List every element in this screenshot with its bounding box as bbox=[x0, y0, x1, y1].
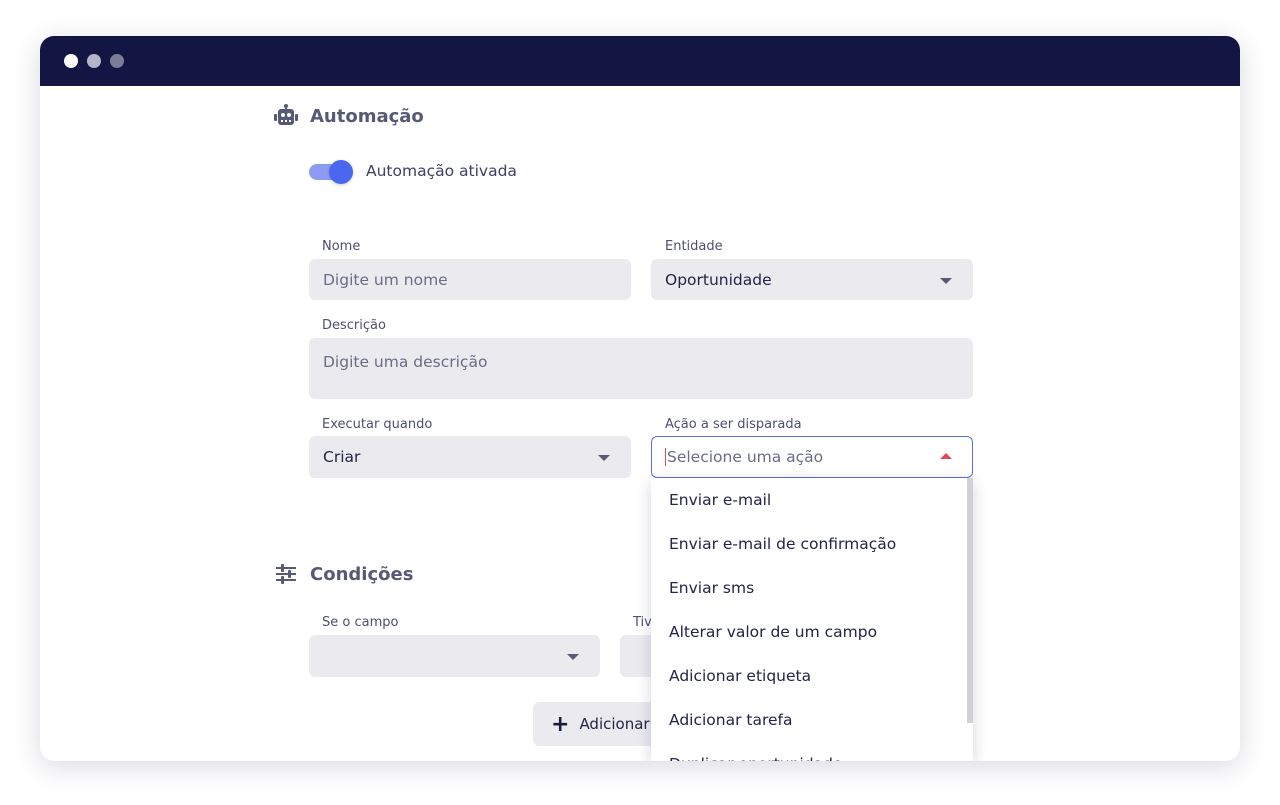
dropdown-option[interactable]: Adicionar tarefa bbox=[651, 698, 973, 742]
app-window: Automação Automação ativada Nome Digite … bbox=[40, 36, 1240, 761]
chevron-up-icon bbox=[940, 453, 952, 459]
dropdown-option[interactable]: Adicionar etiqueta bbox=[651, 654, 973, 698]
conditions-section-header: Condições bbox=[273, 561, 413, 587]
condition-field-select[interactable] bbox=[309, 635, 600, 677]
execute-when-label: Executar quando bbox=[322, 417, 433, 432]
sliders-icon bbox=[273, 561, 299, 587]
dropdown-option[interactable]: Enviar e-mail de confirmação bbox=[651, 522, 973, 566]
automation-section-header: Automação bbox=[273, 103, 424, 129]
chevron-down-icon bbox=[940, 277, 952, 284]
execute-when-value: Criar bbox=[323, 448, 361, 466]
automation-toggle[interactable] bbox=[309, 160, 353, 184]
dropdown-option[interactable]: Enviar e-mail bbox=[651, 478, 973, 522]
close-dot[interactable] bbox=[64, 54, 78, 68]
add-condition-label: Adicionar bbox=[579, 715, 650, 733]
dropdown-option[interactable]: Alterar valor de um campo bbox=[651, 610, 973, 654]
action-dropdown-menu: Enviar e-mail Enviar e-mail de confirmaç… bbox=[651, 478, 973, 761]
entity-select[interactable]: Oportunidade bbox=[651, 259, 973, 300]
name-placeholder: Digite um nome bbox=[323, 270, 448, 289]
entity-value: Oportunidade bbox=[665, 270, 772, 289]
execute-when-select[interactable]: Criar bbox=[309, 436, 631, 478]
description-textarea[interactable]: Digite uma descrição bbox=[309, 338, 973, 399]
plus-icon: + bbox=[551, 711, 570, 737]
name-input[interactable]: Digite um nome bbox=[309, 259, 631, 300]
description-label: Descrição bbox=[322, 318, 386, 333]
chevron-down-icon bbox=[598, 455, 610, 461]
dropdown-scrollbar[interactable] bbox=[967, 478, 973, 723]
name-label: Nome bbox=[322, 239, 361, 254]
description-placeholder: Digite uma descrição bbox=[323, 353, 488, 371]
maximize-dot[interactable] bbox=[110, 54, 124, 68]
window-titlebar bbox=[40, 36, 1240, 86]
dropdown-option[interactable]: Duplicar oportunidade bbox=[651, 742, 973, 761]
text-cursor bbox=[665, 448, 666, 466]
condition-type-label: Tiv bbox=[633, 615, 652, 630]
action-placeholder: Selecione uma ação bbox=[667, 448, 824, 466]
entity-label: Entidade bbox=[665, 239, 723, 254]
condition-field-label: Se o campo bbox=[322, 615, 399, 630]
action-select[interactable]: Selecione uma ação bbox=[651, 436, 973, 478]
automation-toggle-label: Automação ativada bbox=[366, 162, 517, 180]
minimize-dot[interactable] bbox=[87, 54, 101, 68]
robot-icon bbox=[273, 103, 299, 129]
toggle-knob bbox=[329, 160, 353, 184]
dropdown-option[interactable]: Enviar sms bbox=[651, 566, 973, 610]
form-content: Automação Automação ativada Nome Digite … bbox=[40, 86, 1240, 761]
action-label: Ação a ser disparada bbox=[665, 417, 802, 432]
automation-title: Automação bbox=[310, 105, 424, 127]
chevron-down-icon bbox=[567, 654, 579, 660]
conditions-title: Condições bbox=[310, 563, 414, 585]
